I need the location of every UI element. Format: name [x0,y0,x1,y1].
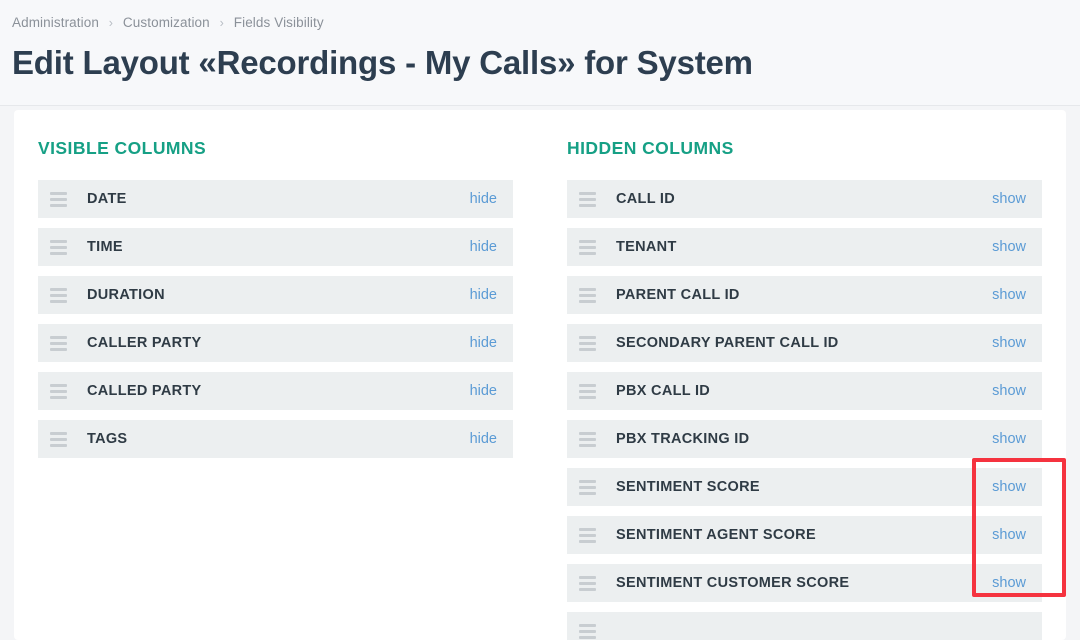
show-link[interactable]: show [992,239,1042,255]
hidden-column-label: TENANT [616,239,677,255]
drag-handle-icon[interactable] [50,383,70,399]
page-header: Administration › Customization › Fields … [0,0,1080,106]
show-link[interactable]: show [992,527,1042,543]
hidden-column-label: SECONDARY PARENT CALL ID [616,335,839,351]
hidden-column-row-call-id[interactable]: CALL ID show [567,180,1042,218]
visible-column-row-time[interactable]: TIME hide [38,228,513,266]
drag-handle-icon[interactable] [579,335,599,351]
hidden-columns-heading: HIDDEN COLUMNS [567,138,734,158]
drag-handle-icon[interactable] [50,431,70,447]
visible-columns-list: DATE hide TIME hide DURATION hide CALLER… [38,180,513,458]
show-link[interactable]: show [992,431,1042,447]
hidden-column-row-sentiment-score[interactable]: SENTIMENT SCORE show [567,468,1042,506]
hidden-column-label: CALL ID [616,191,676,207]
hidden-column-label: SENTIMENT AGENT SCORE [616,527,816,543]
visible-column-label: DURATION [87,287,165,303]
hidden-column-row-pbx-call-id[interactable]: PBX CALL ID show [567,372,1042,410]
drag-handle-icon[interactable] [579,431,599,447]
show-link[interactable]: show [992,479,1042,495]
breadcrumb-item-administration[interactable]: Administration [12,15,99,30]
drag-handle-icon[interactable] [50,287,70,303]
show-link[interactable]: show [992,335,1042,351]
drag-handle-icon[interactable] [579,623,599,639]
drag-handle-icon[interactable] [579,527,599,543]
show-link[interactable]: show [992,287,1042,303]
drag-handle-icon[interactable] [579,575,599,591]
drag-handle-icon[interactable] [579,287,599,303]
hidden-column-row-sentiment-customer-score[interactable]: SENTIMENT CUSTOMER SCORE show [567,564,1042,602]
hide-link[interactable]: hide [470,239,513,255]
columns-container: VISIBLE COLUMNS DATE hide TIME hide DURA… [14,110,1066,640]
hidden-column-label: PARENT CALL ID [616,287,740,303]
visible-columns-panel: VISIBLE COLUMNS DATE hide TIME hide DURA… [38,138,513,640]
show-link[interactable]: show [992,191,1042,207]
visible-column-label: TAGS [87,431,128,447]
breadcrumb-separator-icon: › [219,16,224,30]
hide-link[interactable]: hide [470,335,513,351]
hide-link[interactable]: hide [470,287,513,303]
visible-column-row-caller-party[interactable]: CALLER PARTY hide [38,324,513,362]
hidden-column-row-partial[interactable] [567,612,1042,640]
show-link[interactable]: show [992,383,1042,399]
hidden-column-label: SENTIMENT SCORE [616,479,760,495]
visible-column-row-tags[interactable]: TAGS hide [38,420,513,458]
hidden-column-row-parent-call-id[interactable]: PARENT CALL ID show [567,276,1042,314]
drag-handle-icon[interactable] [579,239,599,255]
hidden-column-row-pbx-tracking-id[interactable]: PBX TRACKING ID show [567,420,1042,458]
hidden-column-row-sentiment-agent-score[interactable]: SENTIMENT AGENT SCORE show [567,516,1042,554]
visible-column-label: CALLED PARTY [87,383,202,399]
visible-column-label: DATE [87,191,127,207]
hidden-columns-list: CALL ID show TENANT show PARENT CALL ID … [567,180,1042,640]
hidden-column-label: PBX CALL ID [616,383,711,399]
visible-column-row-duration[interactable]: DURATION hide [38,276,513,314]
visible-columns-heading: VISIBLE COLUMNS [38,138,207,158]
hide-link[interactable]: hide [470,191,513,207]
breadcrumb-item-fields-visibility[interactable]: Fields Visibility [234,15,324,30]
hidden-column-label: PBX TRACKING ID [616,431,750,447]
visible-column-label: CALLER PARTY [87,335,202,351]
breadcrumb-item-customization[interactable]: Customization [123,15,210,30]
fields-visibility-card: VISIBLE COLUMNS DATE hide TIME hide DURA… [14,110,1066,640]
hidden-column-row-tenant[interactable]: TENANT show [567,228,1042,266]
drag-handle-icon[interactable] [50,239,70,255]
hidden-column-label: SENTIMENT CUSTOMER SCORE [616,575,850,591]
drag-handle-icon[interactable] [50,191,70,207]
breadcrumb-separator-icon: › [108,16,114,30]
hidden-columns-panel: HIDDEN COLUMNS CALL ID show TENANT show [567,138,1042,640]
visible-column-row-called-party[interactable]: CALLED PARTY hide [38,372,513,410]
breadcrumb: Administration › Customization › Fields … [12,14,1080,32]
visible-column-row-date[interactable]: DATE hide [38,180,513,218]
page-title: Edit Layout «Recordings - My Calls» for … [12,44,753,81]
drag-handle-icon[interactable] [50,335,70,351]
hide-link[interactable]: hide [470,383,513,399]
drag-handle-icon[interactable] [579,191,599,207]
hide-link[interactable]: hide [470,431,513,447]
show-link[interactable]: show [992,575,1042,591]
visible-column-label: TIME [87,239,123,255]
drag-handle-icon[interactable] [579,479,599,495]
hidden-column-row-secondary-parent-call-id[interactable]: SECONDARY PARENT CALL ID show [567,324,1042,362]
drag-handle-icon[interactable] [579,383,599,399]
